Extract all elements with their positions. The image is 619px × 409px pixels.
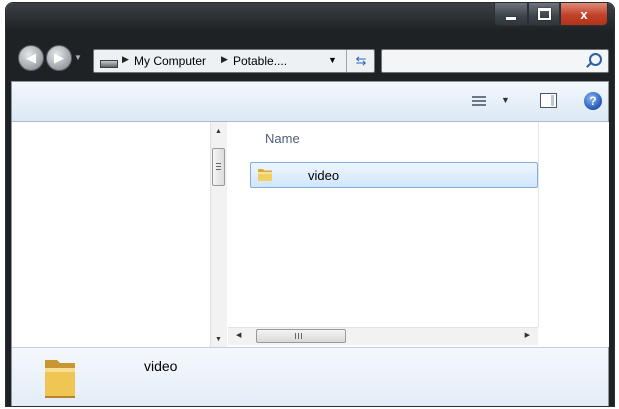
list-item[interactable]: video [250,162,538,188]
grip-icon [295,333,303,339]
help-icon[interactable]: ? [584,92,602,110]
close-button[interactable]: x [560,3,608,26]
search-icon[interactable] [589,53,602,66]
file-list-horizontal-scrollbar[interactable]: ◀ ▶ [228,327,538,345]
refresh-button[interactable]: ⇆ [346,50,375,72]
recent-pages-dropdown[interactable]: ▼ [74,53,82,62]
minimize-button[interactable] [494,3,528,26]
views-dropdown-icon[interactable]: ▼ [501,95,510,105]
breadcrumb-separator-icon[interactable]: ▶ [122,54,129,65]
breadcrumb-my-computer[interactable]: My Computer [134,54,206,68]
scroll-thumb[interactable] [256,329,346,343]
folder-icon [258,169,272,181]
navigation-pane[interactable] [12,122,210,347]
drive-icon [100,60,118,68]
column-header-name[interactable]: Name [265,131,300,146]
maximize-button[interactable] [528,3,560,26]
scroll-down-icon[interactable]: ▼ [215,336,222,343]
views-icon[interactable] [472,96,486,106]
details-item-name: video [144,358,178,374]
maximize-icon [537,8,551,20]
scroll-thumb[interactable] [212,148,225,186]
details-pane: video [12,347,608,406]
breadcrumb-potable[interactable]: Potable.... [233,54,287,68]
address-bar[interactable]: ▶ My Computer ▶ Potable.... ▼ ⇆ [93,49,375,73]
scroll-left-icon[interactable]: ◀ [236,331,241,339]
address-dropdown-icon[interactable]: ▼ [328,55,337,65]
column-divider [538,122,539,327]
forward-button[interactable]: ▶ [46,45,72,71]
refresh-icon: ⇆ [355,53,367,68]
list-item-name: video [308,168,340,183]
back-arrow-icon: ◀ [26,50,36,65]
breadcrumb-separator-icon[interactable]: ▶ [221,54,228,65]
forward-arrow-icon: ▶ [54,50,64,65]
folder-icon [45,360,75,398]
navigation-bar: ◀ ▶ ▼ ▶ My Computer ▶ Potable.... ▼ ⇆ [6,39,614,73]
close-icon: x [580,6,588,22]
scroll-right-icon[interactable]: ▶ [525,331,530,339]
minimize-icon [506,16,516,20]
preview-pane-icon[interactable] [540,93,557,108]
scroll-up-icon[interactable]: ▲ [215,128,222,135]
explorer-client-area: ▼ ? ▲ ▼ Name video ◀ ▶ video [11,81,609,406]
navigation-pane-scrollbar[interactable]: ▲ ▼ [210,122,227,347]
search-box[interactable] [381,49,609,73]
back-button[interactable]: ◀ [18,45,44,71]
command-bar: ▼ ? [12,82,608,122]
grip-icon [216,163,221,170]
caption-buttons: x [494,3,608,27]
file-list: Name video ◀ ▶ [228,122,609,347]
explorer-window: x ◀ ▶ ▼ ▶ My Computer ▶ Potable.... ▼ ⇆ … [6,3,614,406]
